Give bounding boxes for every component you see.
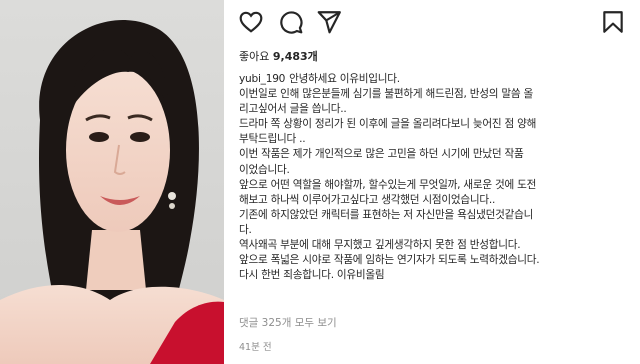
caption-line: 리고싶어서 글을 씁니다..	[239, 103, 347, 116]
caption-line: 이번 작품은 제가 개인적으로 많은 고민을 하던 시기에 만났던 작품	[239, 148, 524, 161]
caption-line: 해보고 하나씩 이루어가고싶다고 생각했던 시점이었습니다..	[239, 193, 496, 206]
post-caption: yubi_190 안녕하세요 이유비입니다. 이번일로 인해 많은분들께 심기를 …	[239, 72, 635, 283]
portrait-image	[0, 0, 224, 364]
caption-line: 앞으로 어떤 역할을 해야할까, 할수있는게 무엇일까, 새로운 것에 도전	[239, 178, 537, 191]
caption-line: 이었습니다.	[239, 163, 290, 176]
comment-icon[interactable]	[278, 9, 304, 35]
caption-line: 앞으로 폭넓은 시야로 작품에 임하는 연기자가 되도록 노력하겠습니다.	[239, 254, 540, 267]
caption-line: 안녕하세요 이유비입니다.	[289, 73, 400, 85]
caption-line: 드라마 쪽 상황이 정리가 된 이후에 글을 올리려다보니 늦어진 점 양해	[239, 118, 537, 131]
caption-line: 다시 한번 죄송합니다. 이유비올림	[239, 269, 385, 282]
post-photo[interactable]	[0, 0, 224, 364]
caption-line: 부탁드립니다 ..	[239, 133, 306, 146]
likes-number: 9,483개	[272, 50, 318, 63]
heart-icon[interactable]	[238, 9, 264, 35]
action-bar	[232, 0, 632, 40]
post-timestamp: 41분 전	[239, 342, 272, 353]
likes-count[interactable]: 좋아요 9,483개	[239, 48, 318, 64]
post-panel: 좋아요 9,483개 yubi_190 안녕하세요 이유비입니다. 이번일로 인해…	[232, 0, 636, 364]
likes-label: 좋아요	[239, 50, 270, 63]
caption-line: 다.	[239, 223, 252, 236]
bookmark-icon[interactable]	[600, 9, 626, 35]
caption-line: 이번일로 인해 많은분들께 심기를 불편하게 해드린점, 반성의 말씀 올	[239, 88, 533, 101]
caption-line: 기존에 하지않았던 캐릭터를 표현하는 저 자신만을 욕심냈던것같습니	[239, 208, 534, 221]
view-all-comments-link[interactable]: 댓글 325개 모두 보기	[239, 315, 337, 330]
share-icon[interactable]	[316, 9, 342, 35]
caption-line: 역사왜곡 부분에 대해 무지했고 깊게생각하지 못한 점 반성합니다.	[239, 239, 521, 252]
username-link[interactable]: yubi_190	[239, 73, 285, 85]
